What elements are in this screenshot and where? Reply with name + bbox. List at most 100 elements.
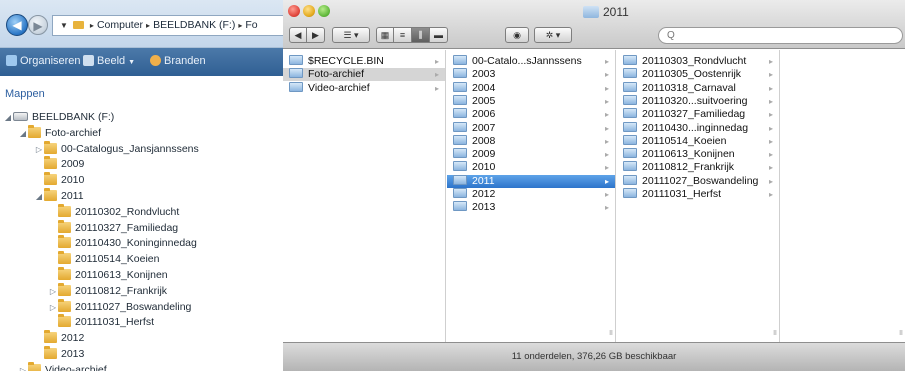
finder-row[interactable]: 20110305_Oostenrijk ▸ (617, 68, 779, 81)
finder-row[interactable]: 20110812_Frankrijk ▸ (617, 161, 779, 174)
folder-icon (44, 172, 57, 186)
finder-row[interactable]: 2013 ▸ (447, 201, 615, 214)
tree-item[interactable]: 2009 (34, 156, 85, 173)
close-button[interactable] (288, 5, 300, 17)
tree-item[interactable]: 2012 (34, 330, 84, 347)
collapse-arrow-icon[interactable]: ◢ (3, 111, 13, 125)
tree-item[interactable]: ▷ Video-archief (18, 361, 107, 371)
organize-button[interactable]: Organiseren▼ (6, 55, 90, 67)
finder-row[interactable]: 20110613_Konijnen ▸ (617, 148, 779, 161)
disclosure-arrow-icon: ▸ (604, 83, 609, 93)
finder-row[interactable]: 2004 ▸ (447, 81, 615, 95)
icon-view-button[interactable]: ▦ (376, 27, 394, 43)
folder-icon (58, 267, 71, 280)
search-field[interactable]: Q (658, 27, 903, 44)
folder-icon (623, 174, 637, 185)
finder-row[interactable]: 2007 ▸ (447, 121, 615, 135)
tree-item-label: 20110302_Rondvlucht (75, 205, 180, 218)
finder-row[interactable]: 20111027_Boswandeling ▸ (617, 174, 779, 188)
expand-arrow-icon[interactable]: ▷ (48, 301, 58, 315)
tree-item[interactable]: ▷ 00-Catalogus_Jansjannssens (34, 140, 199, 158)
zoom-button[interactable] (318, 5, 330, 17)
tree-item[interactable]: ◢ 2011 (34, 188, 84, 205)
finder-row[interactable]: 2008 ▸ (447, 134, 615, 148)
disc-icon (150, 55, 161, 66)
finder-row[interactable]: 20110320...suitvoering ▸ (617, 94, 779, 108)
tree-item-label: 2009 (61, 158, 85, 171)
finder-row[interactable]: 20110303_Rondvlucht ▸ (617, 55, 779, 68)
view-button[interactable]: Beeld ▼ (83, 55, 135, 67)
expand-arrow-icon[interactable]: ▷ (48, 285, 58, 299)
finder-row[interactable]: 20110327_Familiedag ▸ (617, 108, 779, 121)
finder-row-label: 20110430...inginnedag (642, 121, 749, 134)
tree-item[interactable]: 2013 (34, 346, 84, 363)
expand-arrow-icon[interactable]: ▷ (18, 364, 28, 371)
breadcrumb-folder[interactable]: Fo (245, 19, 257, 31)
tree-item-label: BEELDBANK (F:) (32, 111, 115, 123)
minimize-button[interactable] (303, 5, 315, 17)
finder-row[interactable]: 2005 ▸ (447, 94, 615, 108)
finder-row-label: 20110613_Konijnen (642, 148, 735, 161)
finder-row[interactable]: 2012 ▸ (447, 188, 615, 201)
tree-item[interactable]: 20110327_Familiedag (48, 219, 178, 237)
finder-row[interactable]: 00-Catalo...sJannssens ▸ (447, 55, 615, 68)
burn-button[interactable]: Branden (150, 55, 206, 67)
finder-row[interactable]: 20110318_Carnaval ▸ (617, 81, 779, 95)
finder-row[interactable]: Foto-archief ▸ (283, 68, 445, 82)
finder-column-1: ॥ 00-Catalo...sJannssens ▸ 2003 ▸ 2004 ▸ 2005 ▸ 2… (447, 50, 616, 342)
column-view-button[interactable]: ⫼ (412, 27, 430, 43)
icon-view-icon: ▦ (380, 30, 390, 40)
tree-item[interactable]: 20110514_Koeien (48, 251, 159, 268)
tree-item-label: 20110812_Frankrijk (75, 284, 168, 297)
tree-item[interactable]: ◢ BEELDBANK (F:) (3, 110, 114, 126)
tree-item[interactable]: 20110302_Rondvlucht (48, 203, 180, 221)
finder-row[interactable]: 2011 ▸ (447, 174, 615, 188)
finder-row-label: 2008 (472, 134, 496, 147)
finder-row-label: 2013 (472, 201, 496, 214)
tree-item-label: 20111027_Boswandeling (75, 300, 192, 313)
column-resize-handle-icon[interactable]: ॥ (772, 327, 777, 338)
address-dropdown-icon[interactable]: ▼ (60, 21, 68, 30)
finder-row[interactable]: $RECYCLE.BIN ▸ (283, 55, 445, 68)
collapse-arrow-icon[interactable]: ◢ (34, 190, 44, 204)
finder-row[interactable]: 20111031_Herfst ▸ (617, 188, 779, 201)
tree-item[interactable]: ▷ 20110812_Frankrijk (48, 282, 168, 300)
quick-look-button[interactable]: ◉ (505, 27, 529, 43)
tree-item[interactable]: 20110430_Koninginnedag (48, 235, 197, 252)
address-bar[interactable]: ▼ ▸ Computer ▸ BEELDBANK (F:) ▸ Fo (52, 15, 283, 36)
coverflow-view-button[interactable]: ▬ (430, 27, 448, 43)
column-resize-handle-icon[interactable]: ॥ (608, 327, 613, 338)
view-icon (83, 55, 94, 66)
arrange-button[interactable]: ☰ ▾ (332, 27, 370, 43)
finder-row-label: 20110305_Oostenrijk (642, 68, 742, 81)
back-button[interactable]: ◀ (6, 14, 28, 36)
breadcrumb-separator-icon: ▸ (89, 21, 94, 30)
tree-item[interactable]: 20110613_Konijnen (48, 267, 168, 284)
tree-item[interactable]: ◢ Foto-archief (18, 124, 101, 142)
finder-row[interactable]: Video-archief ▸ (283, 81, 445, 95)
folder-icon (623, 161, 637, 172)
column-resize-handle-icon[interactable]: ॥ (898, 327, 903, 338)
finder-row[interactable]: 20110430...inginnedag ▸ (617, 121, 779, 135)
forward-button[interactable]: ▶ (28, 15, 48, 35)
folder-icon (583, 6, 599, 18)
breadcrumb-computer[interactable]: Computer (97, 19, 143, 31)
tree-item[interactable]: 2010 (34, 172, 84, 189)
action-button[interactable]: ✲ ▾ (534, 27, 572, 43)
list-view-button[interactable]: ≡ (394, 27, 412, 43)
finder-row[interactable]: 20110514_Koeien ▸ (617, 134, 779, 148)
finder-row-label: Foto-archief (308, 68, 365, 81)
finder-row[interactable]: 2010 ▸ (447, 161, 615, 174)
finder-row[interactable]: 2003 ▸ (447, 68, 615, 81)
tree-item[interactable]: ▷ 20111027_Boswandeling (48, 298, 192, 316)
finder-row[interactable]: 2009 ▸ (447, 148, 615, 161)
expand-arrow-icon[interactable]: ▷ (34, 143, 44, 157)
collapse-arrow-icon[interactable]: ◢ (18, 127, 28, 141)
finder-row-label: 2003 (472, 68, 496, 81)
tree-item[interactable]: 20111031_Herfst (48, 314, 155, 331)
back-button[interactable]: ◀ (289, 27, 307, 43)
finder-row[interactable]: 2006 ▸ (447, 108, 615, 121)
forward-button[interactable]: ▶ (307, 27, 325, 43)
breadcrumb-drive[interactable]: BEELDBANK (F:) (153, 19, 235, 31)
tree-item-label: 20111031_Herfst (75, 316, 155, 329)
